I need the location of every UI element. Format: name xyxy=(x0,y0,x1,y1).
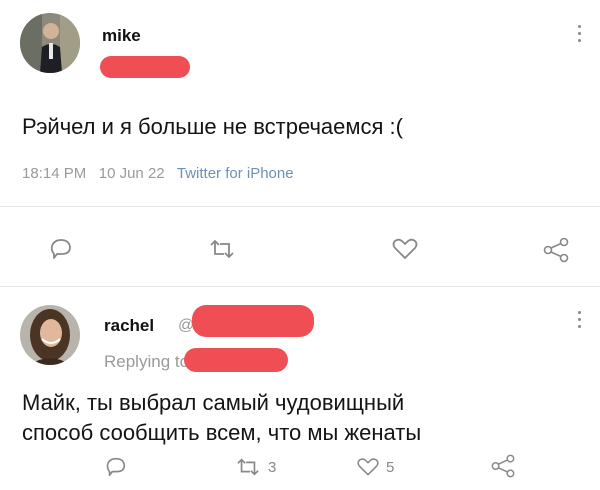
reply-icon xyxy=(50,239,71,259)
reply-button[interactable] xyxy=(104,455,128,479)
like-count: 5 xyxy=(386,458,395,476)
author-name[interactable]: rachel xyxy=(104,316,154,336)
replying-to: Replying to xyxy=(104,352,190,371)
retweet-icon xyxy=(237,458,259,476)
more-vertical-icon[interactable] xyxy=(576,311,582,328)
heart-icon xyxy=(392,238,418,259)
tweet-source[interactable]: Twitter for iPhone xyxy=(177,165,294,182)
retweet-icon xyxy=(210,239,234,259)
reply-text-line: Майк, ты выбрал самый чудовищный xyxy=(22,390,405,415)
share-button[interactable] xyxy=(490,453,516,479)
retweet-count: 3 xyxy=(268,458,277,476)
redacted-handle xyxy=(100,56,190,78)
heart-icon xyxy=(357,458,379,476)
reply-text: Майк, ты выбрал самый чудовищный способ … xyxy=(22,388,421,449)
author-name[interactable]: mike xyxy=(102,26,141,46)
reply-text-line: способ сообщить всем, что мы женаты xyxy=(22,420,422,446)
reply-button[interactable] xyxy=(48,236,74,262)
more-vertical-icon[interactable] xyxy=(576,25,582,42)
share-icon xyxy=(491,454,515,478)
redacted-reply-handle xyxy=(184,348,288,372)
tweet-date: 10 Jun 22 xyxy=(98,165,165,182)
author-avatar[interactable] xyxy=(20,13,80,73)
redacted-handle xyxy=(192,305,314,337)
retweet-button[interactable] xyxy=(207,236,237,262)
retweet-button[interactable]: 3 xyxy=(234,455,276,479)
reply-icon xyxy=(106,457,126,477)
divider xyxy=(0,286,600,287)
like-button[interactable]: 5 xyxy=(356,455,394,479)
share-button[interactable] xyxy=(542,236,570,264)
like-button[interactable] xyxy=(391,236,419,262)
tweet-time: 18:14 PM xyxy=(22,165,87,182)
share-icon xyxy=(543,237,569,263)
tweet-meta: 18:14 PM 10 Jun 22 Twitter for iPhone xyxy=(22,165,294,182)
tweet-text: Рэйчел и я больше не встречаемся :( xyxy=(22,114,403,139)
author-avatar[interactable] xyxy=(20,305,80,365)
divider xyxy=(0,206,600,207)
